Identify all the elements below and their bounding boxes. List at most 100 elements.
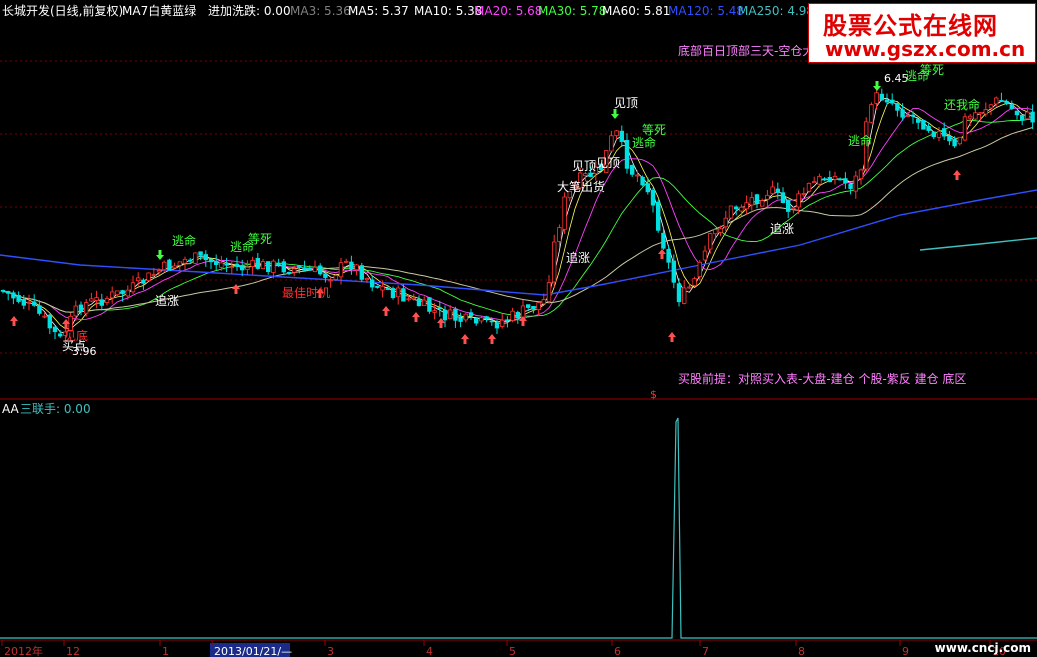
buy-hint: 买股前提：对照买入表-大盘-建仓 个股-紫反 建仓 底区 — [678, 371, 966, 386]
candle-body — [744, 202, 749, 210]
candle-body — [489, 320, 494, 323]
chart-annotations: 底部百日顶部三天-空仓大 买股前提：对照买入表-大盘-建仓 个股-紫反 建仓 底… — [72, 43, 966, 386]
candle-body — [245, 266, 250, 270]
candle-body — [728, 205, 734, 219]
candle-body — [265, 261, 271, 273]
candle-body — [619, 130, 624, 142]
candle-body — [656, 201, 661, 231]
candle-body — [827, 177, 832, 183]
candle-body — [359, 265, 364, 280]
candle-body — [198, 251, 203, 256]
candle-body — [0, 289, 6, 292]
candle-body — [739, 206, 744, 212]
candle-body — [447, 309, 453, 320]
header-bar: 长城开发(日线,前复权) MA7白黄蓝绿 进加洗跌: 0.00 MA3: 5.3… — [2, 3, 814, 18]
candle-body — [458, 317, 463, 322]
candle-body — [843, 178, 848, 184]
candle-body — [369, 279, 375, 288]
candle-body — [848, 183, 853, 189]
candle-body — [557, 227, 562, 242]
candle-body — [260, 261, 266, 270]
ma-legend-item: MA5: 5.37 — [348, 4, 409, 18]
candle-body — [796, 193, 801, 208]
candle-body — [172, 265, 177, 269]
ma-legend-item: MA3: 5.36 — [290, 4, 351, 18]
candle-body — [364, 278, 370, 281]
candle-body — [401, 288, 406, 302]
candle-body — [905, 115, 910, 118]
ma-legend-item: MA250: 4.98 — [738, 4, 814, 18]
candle-body — [765, 194, 770, 200]
candle-body — [718, 228, 723, 233]
candle-body — [239, 265, 245, 271]
candle-body — [926, 125, 931, 131]
candle-body — [614, 130, 619, 137]
candle-body — [957, 136, 962, 145]
candle-body — [286, 271, 292, 275]
signal-label: 见顶 — [572, 159, 596, 173]
buy-arrow-icon — [953, 170, 961, 180]
candle-body — [895, 102, 900, 111]
candle-body — [671, 260, 676, 283]
candle-body — [255, 257, 260, 269]
candle-body — [942, 128, 947, 137]
candle-body — [635, 174, 640, 177]
candle-body — [146, 272, 151, 281]
candle-body — [994, 97, 999, 105]
candle-body — [125, 289, 130, 297]
candle-body — [463, 313, 468, 321]
candle-body — [135, 277, 141, 282]
candle-body — [115, 290, 120, 296]
candle-body — [890, 99, 895, 104]
candle-body — [968, 115, 973, 119]
candle-body — [182, 258, 188, 264]
candle-body — [16, 295, 21, 302]
candle-body — [385, 288, 390, 290]
candle-body — [1004, 101, 1009, 105]
signal-label: 逃命 — [632, 135, 656, 150]
candle-body — [515, 311, 520, 319]
candle-body — [931, 131, 936, 138]
candle-body — [1014, 110, 1020, 116]
candle-body — [1025, 111, 1030, 120]
candle-body — [734, 206, 739, 210]
candle-body — [505, 319, 510, 322]
site-watermark: 股票公式在线网 www.gszx.com.cn — [808, 3, 1036, 63]
candle-body — [307, 268, 312, 271]
candle-body — [120, 290, 125, 295]
candle-body — [754, 194, 760, 204]
candle-body — [213, 261, 219, 265]
sub-panel-name: AA — [2, 402, 20, 416]
candle-body — [541, 299, 546, 305]
signal-label: 追涨 — [566, 250, 590, 265]
ma-line — [2, 118, 1033, 317]
candle-body — [624, 139, 630, 169]
candle-body — [167, 259, 172, 271]
candle-body — [900, 109, 905, 118]
candle-body — [832, 175, 838, 180]
candle-body — [661, 232, 666, 249]
candle-body — [229, 266, 234, 269]
candle-body — [291, 268, 297, 273]
buy-arrow-icon — [232, 284, 240, 294]
ma250-line — [919, 237, 1037, 251]
candle-body — [536, 302, 541, 311]
stock-chart[interactable]: 长城开发(日线,前复权) MA7白黄蓝绿 进加洗跌: 0.00 MA3: 5.3… — [0, 0, 1037, 657]
candle-body — [47, 314, 52, 329]
candle-body — [1009, 104, 1014, 109]
signal-label: 最佳时机 — [282, 286, 330, 300]
candle-body — [697, 261, 702, 277]
candle-body — [473, 317, 479, 324]
candle-body — [177, 261, 182, 266]
sell-arrow-icon — [156, 250, 164, 260]
candle-body — [203, 254, 208, 261]
candle-body — [338, 262, 344, 278]
candle-body — [317, 265, 323, 275]
candle-body — [390, 288, 396, 299]
candle-body — [999, 100, 1004, 102]
candle-body — [375, 285, 380, 288]
candle-body — [328, 279, 333, 282]
candle-body — [437, 307, 442, 310]
candle-body — [6, 291, 11, 294]
x-axis: 2012年 12 1 2013/01/21/— 3 4 5 6 7 8 9 10 — [1, 640, 1006, 657]
